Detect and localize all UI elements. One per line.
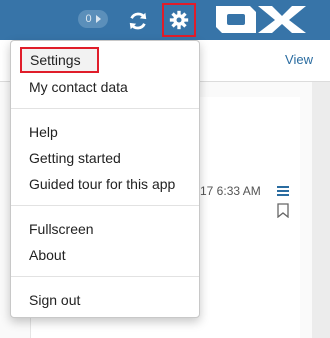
menu-divider xyxy=(11,276,199,277)
menu-divider xyxy=(11,205,199,206)
play-icon xyxy=(95,15,101,23)
list-icon[interactable] xyxy=(277,185,289,197)
ox-logo xyxy=(216,6,306,33)
menu-item-my-contact-data[interactable]: My contact data xyxy=(29,78,128,96)
menu-item-about[interactable]: About xyxy=(29,246,66,264)
menu-item-guided-tour[interactable]: Guided tour for this app xyxy=(29,175,175,193)
scrollbar[interactable] xyxy=(312,82,330,338)
menu-divider xyxy=(11,108,199,109)
refresh-icon xyxy=(129,12,147,30)
top-bar: 0 xyxy=(0,0,330,40)
settings-dropdown-menu: Settings My contact data Help Getting st… xyxy=(10,40,200,318)
notification-count: 0 xyxy=(85,13,92,25)
mail-time: 17 6:33 AM xyxy=(200,184,261,198)
notification-badge[interactable]: 0 xyxy=(78,10,108,28)
view-dropdown[interactable]: View xyxy=(285,52,313,67)
menu-item-sign-out[interactable]: Sign out xyxy=(29,291,80,309)
gear-icon xyxy=(169,10,189,30)
refresh-button[interactable] xyxy=(126,9,150,33)
screen: 0 View 17 6:33 AM Settings My contact da… xyxy=(0,0,330,338)
menu-item-getting-started[interactable]: Getting started xyxy=(29,149,121,167)
settings-button[interactable] xyxy=(162,3,196,37)
menu-item-settings[interactable]: Settings xyxy=(20,47,99,73)
menu-item-fullscreen[interactable]: Fullscreen xyxy=(29,220,94,238)
bookmark-icon[interactable] xyxy=(277,203,289,218)
menu-item-help[interactable]: Help xyxy=(29,123,58,141)
